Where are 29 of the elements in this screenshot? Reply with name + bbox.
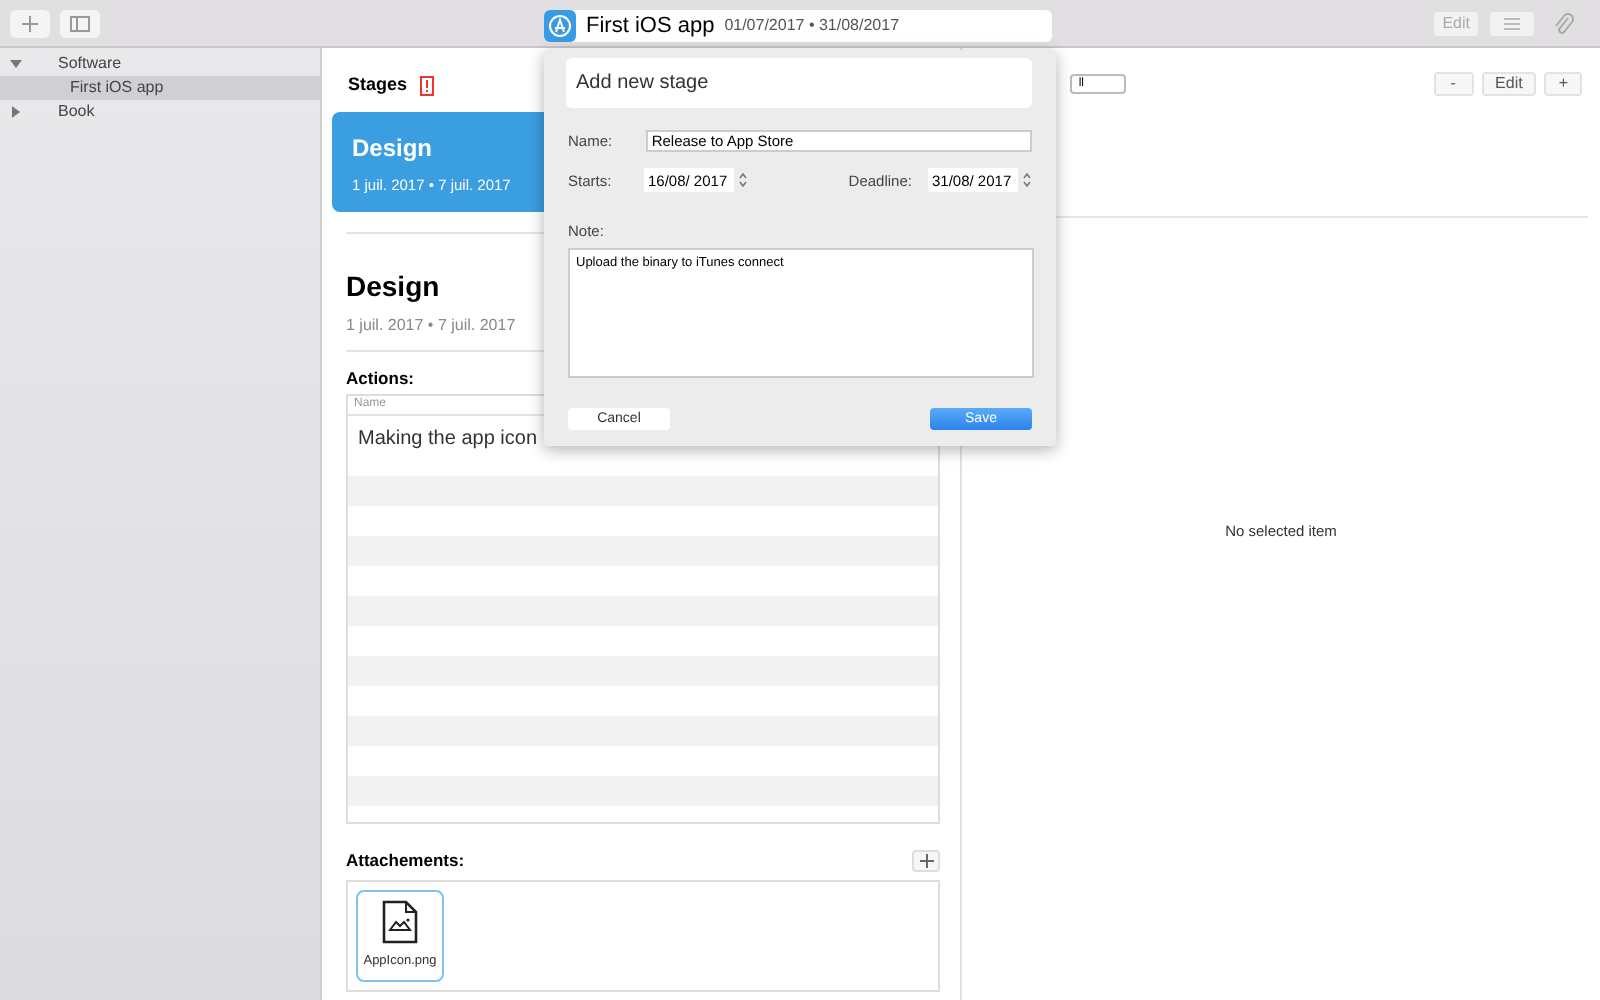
stepper-icon[interactable] <box>1022 170 1032 191</box>
expanded-triangle-icon[interactable] <box>10 58 22 70</box>
add-button[interactable] <box>10 9 50 37</box>
project-dates: 01/07/2017 • 31/08/2017 <box>724 14 900 38</box>
stepper-icon[interactable] <box>738 170 748 191</box>
project-title: First iOS app <box>586 11 715 42</box>
plus-icon <box>22 15 38 31</box>
add-button[interactable]: + <box>1544 72 1582 96</box>
add-attachment-button[interactable] <box>912 850 940 873</box>
edit-button[interactable]: Edit <box>1481 72 1537 96</box>
paperclip-icon[interactable] <box>1554 11 1574 35</box>
actions-label: Actions: <box>346 365 416 391</box>
sidebar-icon <box>70 15 90 31</box>
plus-icon <box>919 854 933 869</box>
sidebar-item[interactable]: First iOS app <box>0 76 320 100</box>
sidebar-group[interactable]: Book <box>58 100 95 124</box>
remove-button[interactable]: - <box>1433 72 1474 96</box>
list-icon <box>1504 17 1520 29</box>
image-file-icon <box>382 900 418 944</box>
warning-icon <box>419 75 434 96</box>
attachments-label: Attachements: <box>346 848 465 874</box>
detail-title: Design <box>346 267 442 306</box>
sidebar-toggle-button[interactable] <box>60 9 100 37</box>
stage-name: Design <box>352 131 433 165</box>
sidebar-group[interactable]: Software <box>58 52 122 76</box>
popover-title: Add new stage <box>566 58 1032 108</box>
detail-dates: 1 juil. 2017 • 7 juil. 2017 <box>346 313 518 337</box>
stages-title: Stages <box>348 72 408 98</box>
collapsed-triangle-icon[interactable] <box>10 106 22 118</box>
